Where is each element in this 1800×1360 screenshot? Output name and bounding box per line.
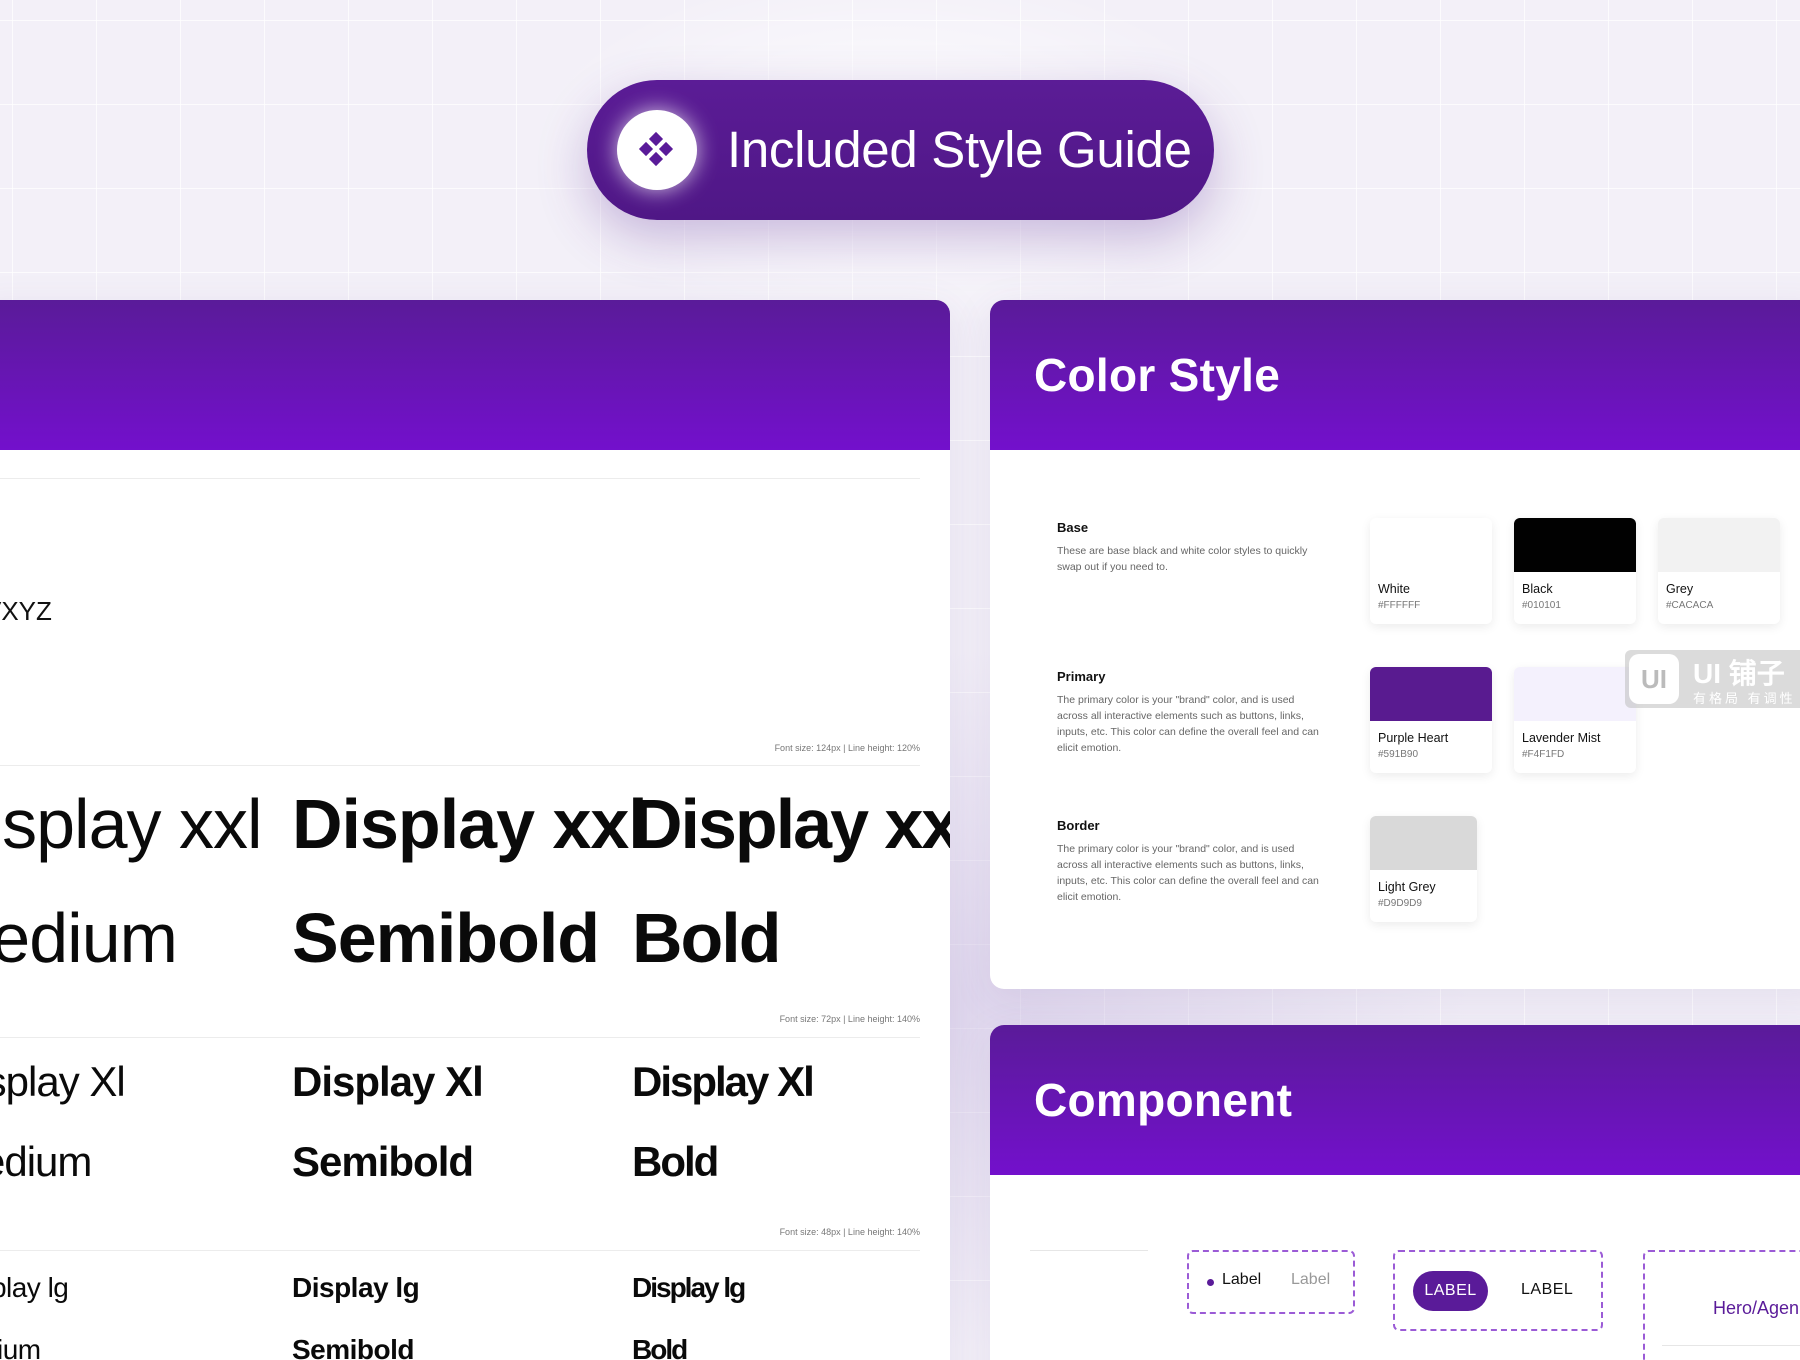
sample-xl-medium-name: Display Xl: [0, 1058, 126, 1105]
divider: [0, 1037, 920, 1038]
tab-label-active[interactable]: Label: [1222, 1271, 1261, 1289]
banner-title: Included Style Guide: [727, 121, 1192, 178]
swatch-light-grey-hex: #D9D9D9: [1378, 898, 1422, 909]
primary-section-description: The primary color is your "brand" color,…: [1057, 694, 1319, 754]
sample-lg-bold-name: Display lg: [632, 1272, 746, 1303]
sample-lg-semibold-name: Display lg: [292, 1272, 420, 1303]
swatch-lavender-mist[interactable]: Lavender Mist #F4F1FD: [1514, 667, 1636, 773]
swatch-lavender-mist-name: Lavender Mist: [1522, 731, 1601, 745]
swatch-white-name: White: [1378, 582, 1410, 596]
sample-xl-medium-weight: Medium: [0, 1138, 92, 1185]
swatch-purple-heart-color: [1370, 667, 1492, 721]
divider: [1030, 1250, 1148, 1251]
component-title: Component: [1034, 1074, 1293, 1126]
swatch-light-grey[interactable]: Light Grey #D9D9D9: [1370, 816, 1477, 922]
swatch-grey-color: [1658, 518, 1780, 572]
swatch-lavender-mist-hex: #F4F1FD: [1522, 749, 1565, 760]
divider: [0, 765, 920, 766]
font-meta-xxl: Font size: 124px | Line height: 120%: [774, 743, 920, 753]
swatch-black[interactable]: Black #010101: [1514, 518, 1636, 624]
swatch-lavender-mist-color: [1514, 667, 1636, 721]
swatch-black-hex: #010101: [1522, 600, 1561, 611]
swatch-grey[interactable]: Grey #CACACA: [1658, 518, 1780, 624]
divider: [0, 1250, 920, 1251]
font-meta-xl: Font size: 72px | Line height: 140%: [779, 1014, 920, 1024]
sample-xxl-bold-weight: Bold: [632, 899, 782, 977]
sample-xxl-semibold-weight: Semibold: [292, 899, 600, 977]
sample-lg-bold-weight: Bold: [632, 1334, 688, 1360]
divider: [1662, 1345, 1800, 1346]
pill-label-active[interactable]: LABEL: [1413, 1271, 1488, 1311]
active-dot-icon: [1207, 1279, 1214, 1286]
sample-xl-semibold-name: Display Xl: [292, 1058, 484, 1105]
swatch-white-color: [1370, 518, 1492, 572]
base-section-title: Base: [1057, 520, 1089, 535]
border-section-title: Border: [1057, 818, 1100, 833]
watermark-logo-icon: UI: [1629, 654, 1679, 704]
swatch-black-name: Black: [1522, 582, 1553, 596]
sample-lg-medium-name: Display lg: [0, 1272, 69, 1303]
swatch-purple-heart-name: Purple Heart: [1378, 731, 1449, 745]
watermark: UI UI 铺子 有格局 有调性: [1625, 650, 1800, 708]
swatch-white[interactable]: White #FFFFFF: [1370, 518, 1492, 624]
typography-card: VXYZ Font size: 124px | Line height: 120…: [0, 300, 950, 1360]
swatch-grey-hex: #CACACA: [1666, 600, 1714, 611]
component-header: Component: [990, 1025, 1800, 1175]
alphabet-sample: VXYZ: [0, 596, 52, 626]
sample-xxl-medium-weight: Medium: [0, 899, 178, 977]
swatch-white-hex: #FFFFFF: [1378, 600, 1421, 611]
tab-label-inactive[interactable]: Label: [1291, 1271, 1330, 1289]
color-style-title: Color Style: [1034, 349, 1281, 401]
swatch-purple-heart[interactable]: Purple Heart #591B90: [1370, 667, 1492, 773]
hero-agent-link[interactable]: Hero/Agen: [1713, 1298, 1799, 1319]
swatch-light-grey-name: Light Grey: [1378, 880, 1436, 894]
style-guide-banner: Included Style Guide: [587, 80, 1214, 220]
sample-xxl-bold-name: Display xxl: [632, 785, 950, 863]
sample-xxl-semibold-name: Display xxl: [292, 785, 648, 863]
watermark-subtitle: 有格局 有调性: [1693, 691, 1796, 706]
sample-lg-semibold-weight: Semibold: [292, 1334, 415, 1360]
border-section-description: The primary color is your "brand" color,…: [1057, 843, 1319, 903]
color-style-card: Color Style Base These are base black an…: [990, 300, 1800, 989]
primary-section-title: Primary: [1057, 669, 1106, 684]
swatch-purple-heart-hex: #591B90: [1378, 749, 1419, 760]
sample-xl-semibold-weight: Semibold: [292, 1138, 474, 1185]
divider: [0, 478, 920, 479]
sample-lg-medium-weight: Medium: [0, 1334, 41, 1360]
sample-xxl-medium-name: Display xxl: [0, 785, 263, 863]
typography-card-header: [0, 300, 950, 450]
font-meta-lg: Font size: 48px | Line height: 140%: [779, 1227, 920, 1237]
watermark-title: UI 铺子: [1693, 658, 1785, 689]
color-style-header: Color Style: [990, 300, 1800, 450]
base-section-description: These are base black and white color sty…: [1057, 545, 1308, 573]
component-card: Component Label Label LABEL LABEL Hero/A…: [990, 1025, 1800, 1360]
sample-xl-bold-weight: Bold: [632, 1138, 719, 1185]
swatch-light-grey-color: [1370, 816, 1477, 870]
diamond-grid-icon: [617, 110, 697, 190]
swatch-grey-name: Grey: [1666, 582, 1694, 596]
pill-label-inactive[interactable]: LABEL: [1521, 1281, 1573, 1299]
sample-xl-bold-name: Display Xl: [632, 1058, 815, 1105]
swatch-black-color: [1514, 518, 1636, 572]
